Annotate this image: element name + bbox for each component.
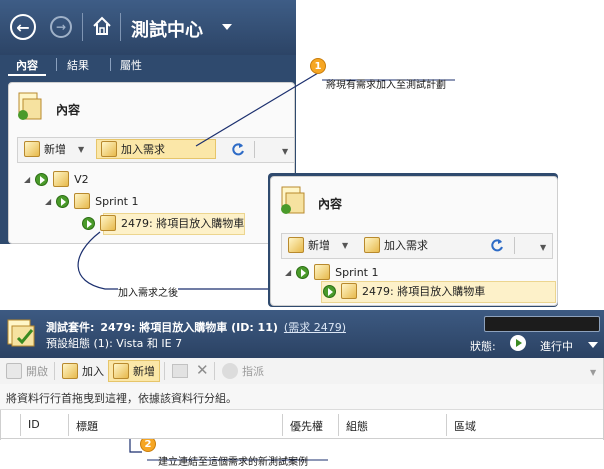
suite-header: 測試套件: 2479: 將項目放入購物車 (ID: 11) (需求 2479) … <box>0 310 604 358</box>
tree-label: Sprint 1 <box>335 265 379 279</box>
new-test-case-button[interactable]: 新增 <box>108 360 160 382</box>
group-by-hint: 將資料行行首拖曳到這裡，依據該資料行分組。 <box>6 392 237 405</box>
column-separator <box>68 414 69 436</box>
suite-toolbar: 開啟 加入 新增 ✕ 指派 ▼ <box>0 358 604 385</box>
column-separator <box>282 414 283 436</box>
callout-text-1: 將現有需求加入至測試計劃 <box>326 80 446 91</box>
play-status-icon <box>296 265 310 279</box>
contents-panel-after: 內容 新增 ▼ 加入需求 ▼ ◢ Sprint 1 2479: 將項目放入購物車 <box>270 176 558 306</box>
panel-toolbar: 新增 ▼ 加入需求 ▼ <box>281 233 553 259</box>
status-value[interactable]: 進行中 <box>540 338 573 354</box>
suite-title: 2479: 將項目放入購物車 (ID: 11) <box>100 321 278 334</box>
default-configuration: 預設組態 (1): Vista 和 IE 7 <box>46 337 183 350</box>
column-header-title[interactable]: 標題 <box>76 418 98 434</box>
suite-icon <box>314 264 331 280</box>
column-separator <box>20 414 21 436</box>
add-test-case-icon <box>62 363 78 379</box>
panel-title: 內容 <box>318 197 343 211</box>
in-progress-icon <box>510 335 526 351</box>
toolbar-divider <box>214 362 215 380</box>
expand-icon[interactable]: ◢ <box>285 268 291 277</box>
refresh-icon[interactable] <box>490 238 504 252</box>
grid-left-border <box>0 410 1 440</box>
suite-title-prefix: 測試套件: <box>46 321 95 334</box>
status-dropdown-icon[interactable] <box>588 342 598 348</box>
column-separator <box>338 414 339 436</box>
column-header-id[interactable]: ID <box>28 418 40 431</box>
requirement-link[interactable]: (需求 2479) <box>284 319 346 335</box>
add-button[interactable]: 加入 <box>62 363 104 379</box>
requirement-icon <box>364 237 380 253</box>
add-label: 加入 <box>82 365 104 378</box>
tree-label: 2479: 將項目放入購物車 <box>362 285 486 298</box>
dropdown-arrow-icon[interactable]: ▼ <box>342 241 348 250</box>
column-separator <box>446 414 447 436</box>
copy-icon[interactable] <box>172 364 188 378</box>
tree-node-requirement[interactable]: 2479: 將項目放入購物車 <box>323 283 485 299</box>
open-button[interactable]: 開啟 <box>6 363 48 379</box>
open-label: 開啟 <box>26 365 48 378</box>
group-by-area[interactable]: 將資料行行首拖曳到這裡，依據該資料行分組。 <box>0 384 604 410</box>
suite-title-row: 測試套件: 2479: 將項目放入購物車 (ID: 11) (需求 2479) <box>46 319 346 335</box>
column-header-area[interactable]: 區域 <box>454 418 476 434</box>
column-header-configuration[interactable]: 組態 <box>346 418 368 434</box>
toolbar-divider <box>54 362 55 380</box>
assign-button[interactable]: 指派 <box>222 363 264 379</box>
play-status-icon <box>323 284 336 298</box>
test-case-grid-header: ID 標題 優先權 組態 區域 <box>0 410 604 439</box>
assign-label: 指派 <box>242 365 264 378</box>
new-label: 新增 <box>308 239 330 252</box>
status-label: 狀態: <box>470 340 496 353</box>
remove-icon[interactable]: ✕ <box>196 361 209 379</box>
new-button[interactable]: 新增 ▼ <box>288 237 348 253</box>
test-plan-icon <box>278 185 306 215</box>
callout-text-2: 建立連結至這個需求的新測試案例 <box>158 457 308 468</box>
add-requirement-label: 加入需求 <box>384 239 428 252</box>
toolbar-divider <box>514 237 515 254</box>
new-test-case-icon <box>113 363 129 379</box>
overflow-arrow-icon[interactable]: ▼ <box>590 368 596 377</box>
test-suite-icon <box>6 316 38 348</box>
new-label: 新增 <box>133 365 155 378</box>
callout-badge-1: 1 <box>310 58 326 74</box>
overflow-arrow-icon[interactable]: ▼ <box>540 243 546 252</box>
tree-node-sprint[interactable]: ◢ Sprint 1 <box>285 264 378 280</box>
assign-icon <box>222 363 238 379</box>
requirement-suite-icon <box>341 283 357 299</box>
callout-text-after: 加入需求之後 <box>118 284 178 299</box>
search-box[interactable] <box>484 316 600 332</box>
new-suite-icon <box>288 237 304 253</box>
add-requirement-button[interactable]: 加入需求 <box>364 237 428 253</box>
column-header-priority[interactable]: 優先權 <box>290 418 323 434</box>
open-icon <box>6 363 22 379</box>
toolbar-divider <box>164 362 165 380</box>
